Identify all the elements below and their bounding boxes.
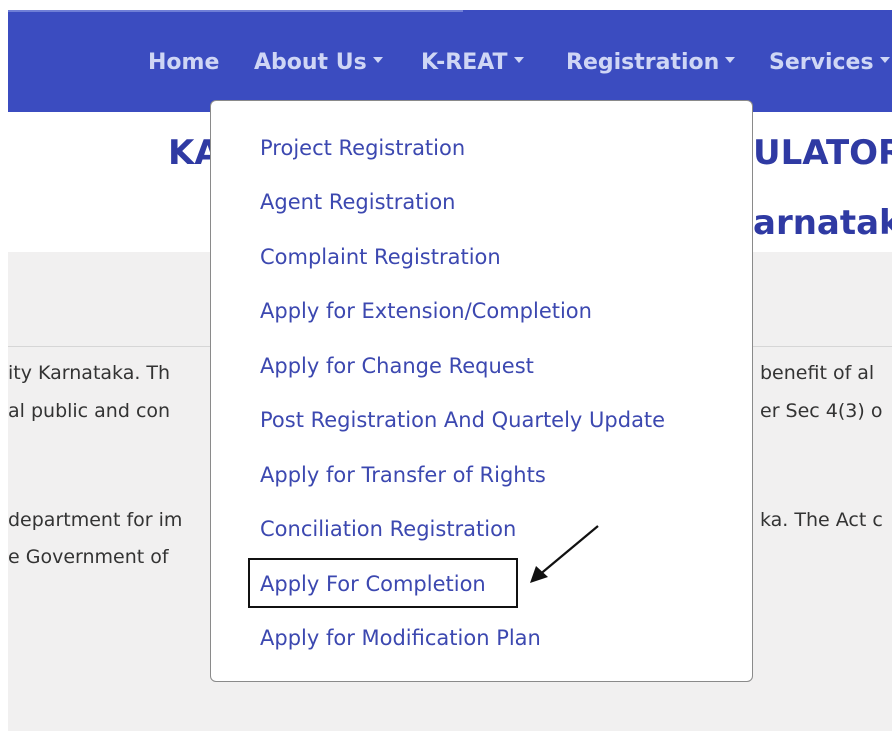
nav-about-us-label: About Us — [254, 50, 367, 75]
nav-registration-label: Registration — [566, 50, 720, 75]
page-title-line2-right: arnataka — [753, 203, 892, 243]
page-title-line1-right: ULATOR — [753, 133, 892, 173]
menu-item-agent-registration[interactable]: Agent Registration — [260, 190, 455, 214]
nav-about-us[interactable]: About Us — [254, 50, 383, 75]
body-text-p2-l1-right: ka. The Act c — [760, 509, 883, 531]
menu-item-apply-extension-completion[interactable]: Apply for Extension/Completion — [260, 299, 592, 323]
navbar-accent-line — [8, 10, 463, 12]
body-text-p1-l1-left: ity Karnataka. Th — [8, 362, 171, 384]
body-text-p1-l2-left: al public and con — [8, 400, 171, 422]
nav-k-reat[interactable]: K-REAT — [421, 50, 524, 75]
pointer-arrow-icon — [530, 525, 599, 583]
menu-item-apply-transfer-of-rights[interactable]: Apply for Transfer of Rights — [260, 463, 546, 487]
nav-home-label: Home — [148, 50, 220, 75]
body-text-p1-l2-right: er Sec 4(3) o — [760, 400, 883, 422]
menu-item-apply-modification-plan[interactable]: Apply for Modification Plan — [260, 626, 541, 650]
menu-item-project-registration[interactable]: Project Registration — [260, 136, 465, 160]
body-text-p2-l2-left: e Government of — [8, 546, 169, 568]
menu-item-apply-for-completion[interactable]: Apply For Completion — [260, 572, 486, 596]
menu-item-post-registration-quarterly-update[interactable]: Post Registration And Quartely Update — [260, 408, 665, 432]
caret-down-icon — [879, 57, 890, 63]
body-text-p1-l1-right: benefit of al — [760, 362, 875, 384]
caret-down-icon — [372, 57, 383, 63]
nav-services-label: Services — [769, 50, 874, 75]
nav-services[interactable]: Services — [769, 50, 890, 75]
nav-registration[interactable]: Registration — [566, 50, 736, 75]
menu-item-apply-change-request[interactable]: Apply for Change Request — [260, 354, 534, 378]
nav-home[interactable]: Home — [148, 50, 219, 75]
nav-k-reat-label: K-REAT — [421, 50, 508, 75]
caret-down-icon — [513, 57, 524, 63]
menu-item-complaint-registration[interactable]: Complaint Registration — [260, 245, 501, 269]
body-text-p2-l1-left: department for im — [8, 509, 183, 531]
caret-down-icon — [725, 57, 736, 63]
menu-item-conciliation-registration[interactable]: Conciliation Registration — [260, 517, 516, 541]
registration-dropdown-menu: Project Registration Agent Registration … — [210, 100, 753, 682]
